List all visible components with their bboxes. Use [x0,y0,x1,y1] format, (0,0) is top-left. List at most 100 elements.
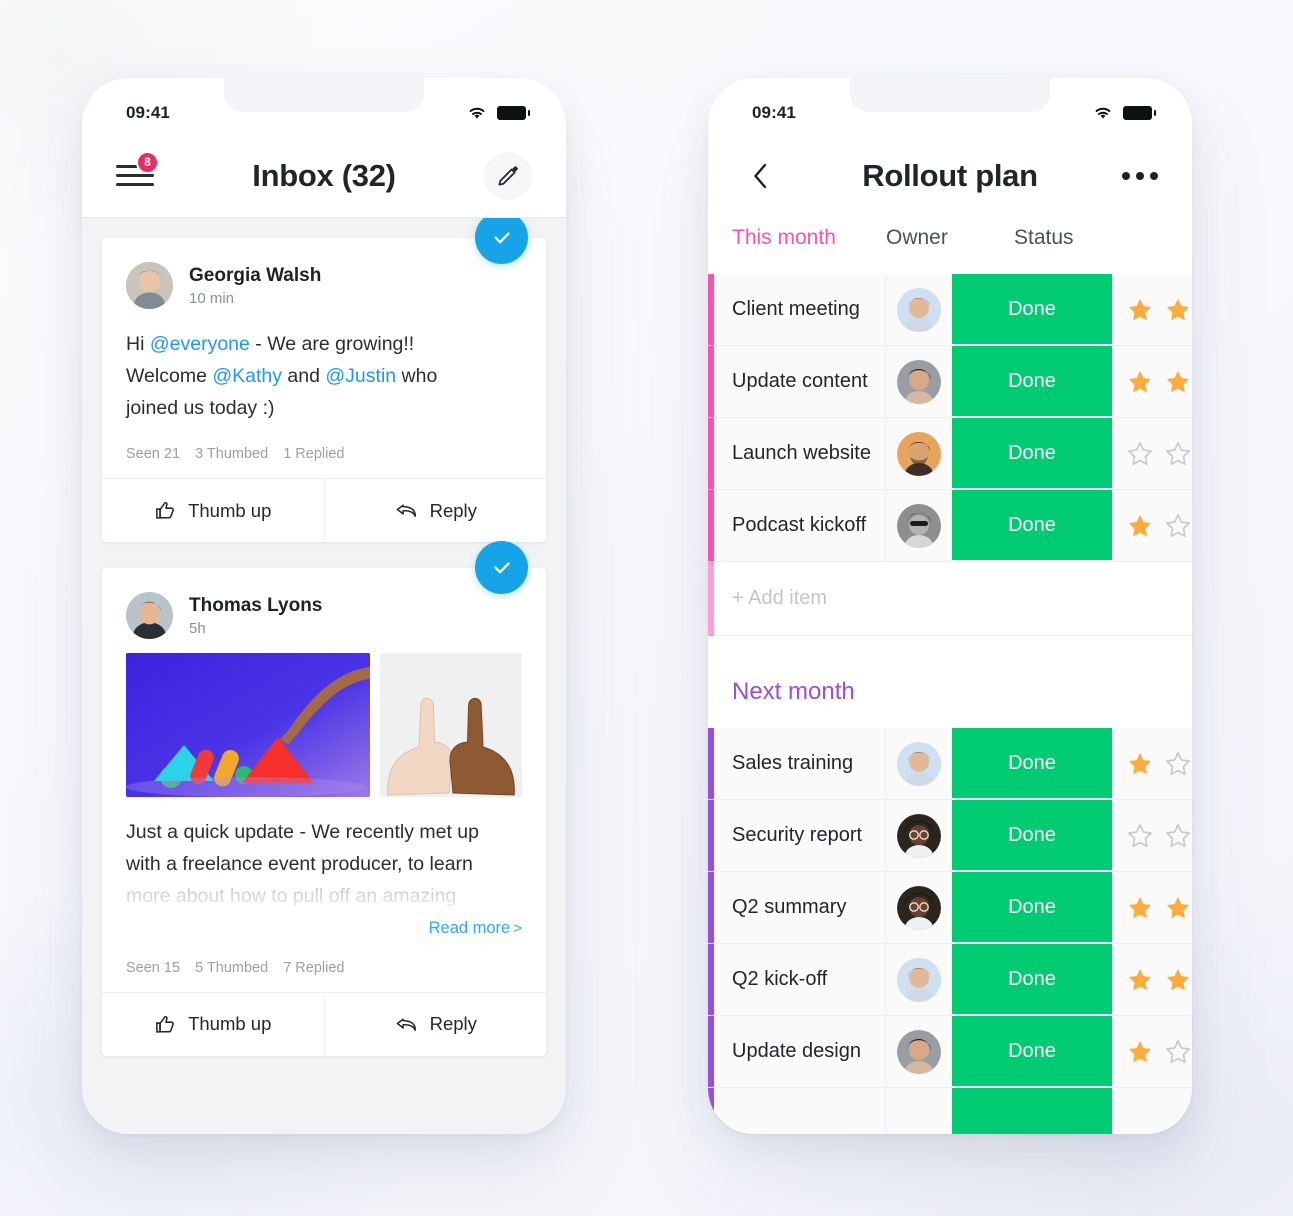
task-owner[interactable] [886,728,952,799]
table-row[interactable]: Sales training Done [708,728,1192,800]
table-row[interactable]: Podcast kickoff Done [708,490,1192,562]
add-item-row[interactable]: + Add item [708,561,1192,636]
mention-kathy[interactable]: @Kathy [212,365,282,387]
text-line: with a freelance event producer, to lear… [126,853,473,876]
star-filled-icon[interactable] [1126,1038,1154,1066]
table-row[interactable]: Q2 kick-off Done [708,944,1192,1016]
task-owner[interactable] [886,1016,952,1087]
star-filled-icon[interactable] [1126,750,1154,778]
compose-button[interactable] [484,151,532,200]
task-name[interactable]: Q2 summary [714,872,886,943]
star-empty-icon[interactable] [1164,1038,1192,1066]
table-row[interactable]: Security report Done [708,800,1192,872]
task-rating[interactable] [1112,1088,1192,1134]
read-more-link[interactable]: Read more > [102,913,546,938]
reply-button[interactable]: Reply [323,992,547,1056]
task-status[interactable]: Done [952,1016,1112,1087]
task-status[interactable]: Done [952,728,1112,799]
message-card[interactable]: Georgia Walsh 10 min Hi @everyone - We a… [102,218,547,543]
table-row[interactable]: Q2 summary Done [708,872,1192,944]
task-rating[interactable] [1112,418,1192,489]
menu-notification-badge: 8 [136,150,159,174]
task-status[interactable]: Done [952,274,1112,345]
mention-everyone[interactable]: @everyone [150,333,250,355]
task-rating[interactable] [1112,872,1192,943]
table-row-partial[interactable] [708,1088,1192,1134]
star-filled-icon[interactable] [1126,368,1154,396]
hamburger-menu-icon[interactable]: 8 [116,150,160,193]
star-filled-icon[interactable] [1126,512,1154,540]
task-owner[interactable] [886,872,952,943]
task-status[interactable]: Done [952,944,1112,1015]
star-filled-icon[interactable] [1164,296,1192,324]
star-empty-icon[interactable] [1164,512,1192,540]
task-rating[interactable] [1112,274,1192,345]
thumbs-up-hands-photo[interactable] [380,653,522,798]
task-rating[interactable] [1112,1016,1192,1087]
star-filled-icon[interactable] [1126,296,1154,324]
task-owner[interactable] [886,274,952,345]
star-empty-icon[interactable] [1164,440,1192,468]
task-status[interactable] [952,1088,1112,1134]
table-row[interactable]: Update content Done [708,346,1192,418]
task-name[interactable]: Client meeting [714,274,886,345]
task-status[interactable]: Done [952,800,1112,871]
star-filled-icon[interactable] [1164,894,1192,922]
message-feed[interactable]: Georgia Walsh 10 min Hi @everyone - We a… [82,218,566,1134]
task-rating[interactable] [1112,944,1192,1015]
battery-icon [497,106,530,120]
task-status[interactable]: Done [952,346,1112,417]
task-owner[interactable] [886,346,952,417]
task-name[interactable]: Launch website [714,418,886,489]
table-row[interactable]: Update design Done [708,1016,1192,1088]
message-card[interactable]: Thomas Lyons 5h Just a quick update - We… [102,541,547,1056]
task-rating[interactable] [1112,490,1192,561]
task-rating[interactable] [1112,346,1192,417]
mention-justin[interactable]: @Justin [325,365,396,387]
message-stats: Seen 21 3 Thumbed 1 Replied [102,424,546,478]
table-row[interactable]: Client meeting Done [708,274,1192,346]
task-status[interactable]: Done [952,418,1112,489]
table-row[interactable]: Launch website Done [708,418,1192,490]
seen-count: Seen 15 [126,959,181,976]
task-rating[interactable] [1112,800,1192,871]
task-owner[interactable] [886,1088,952,1134]
add-item-label[interactable]: + Add item [714,587,827,610]
text-segment: - We are growing!! [249,333,415,355]
task-owner[interactable] [886,800,952,871]
task-name[interactable] [714,1088,886,1134]
task-status[interactable]: Done [952,872,1112,943]
inbox-app-bar: 8 Inbox (32) [82,134,566,218]
mark-read-button[interactable] [475,541,528,595]
thumb-up-button[interactable]: Thumb up [102,479,324,542]
task-name[interactable]: Update design [714,1016,886,1087]
colored-shapes-photo[interactable] [126,653,370,798]
rollout-table[interactable]: This month Owner Status Client meeting D… [708,218,1192,1134]
task-name[interactable]: Podcast kickoff [714,490,886,561]
star-empty-icon[interactable] [1126,822,1154,850]
star-filled-icon[interactable] [1164,966,1192,994]
star-filled-icon[interactable] [1126,894,1154,922]
star-empty-icon[interactable] [1126,440,1154,468]
task-owner[interactable] [886,490,952,561]
chevron-left-icon [754,163,767,189]
more-options-icon[interactable] [1122,172,1158,180]
task-owner[interactable] [886,418,952,489]
star-filled-icon[interactable] [1126,966,1154,994]
task-status[interactable]: Done [952,490,1112,561]
star-empty-icon[interactable] [1164,822,1192,850]
task-name[interactable]: Update content [714,346,886,417]
column-header-owner: Owner [886,226,948,249]
reply-button[interactable]: Reply [323,479,547,543]
thumb-up-button[interactable]: Thumb up [102,993,324,1056]
back-button[interactable] [742,157,780,195]
task-name[interactable]: Security report [714,800,886,871]
star-empty-icon[interactable] [1164,750,1192,778]
task-rating[interactable] [1112,728,1192,799]
task-owner[interactable] [886,944,952,1015]
task-name[interactable]: Q2 kick-off [714,944,886,1015]
star-filled-icon[interactable] [1164,368,1192,396]
row-accent-bar [708,561,714,636]
task-name[interactable]: Sales training [714,728,886,799]
